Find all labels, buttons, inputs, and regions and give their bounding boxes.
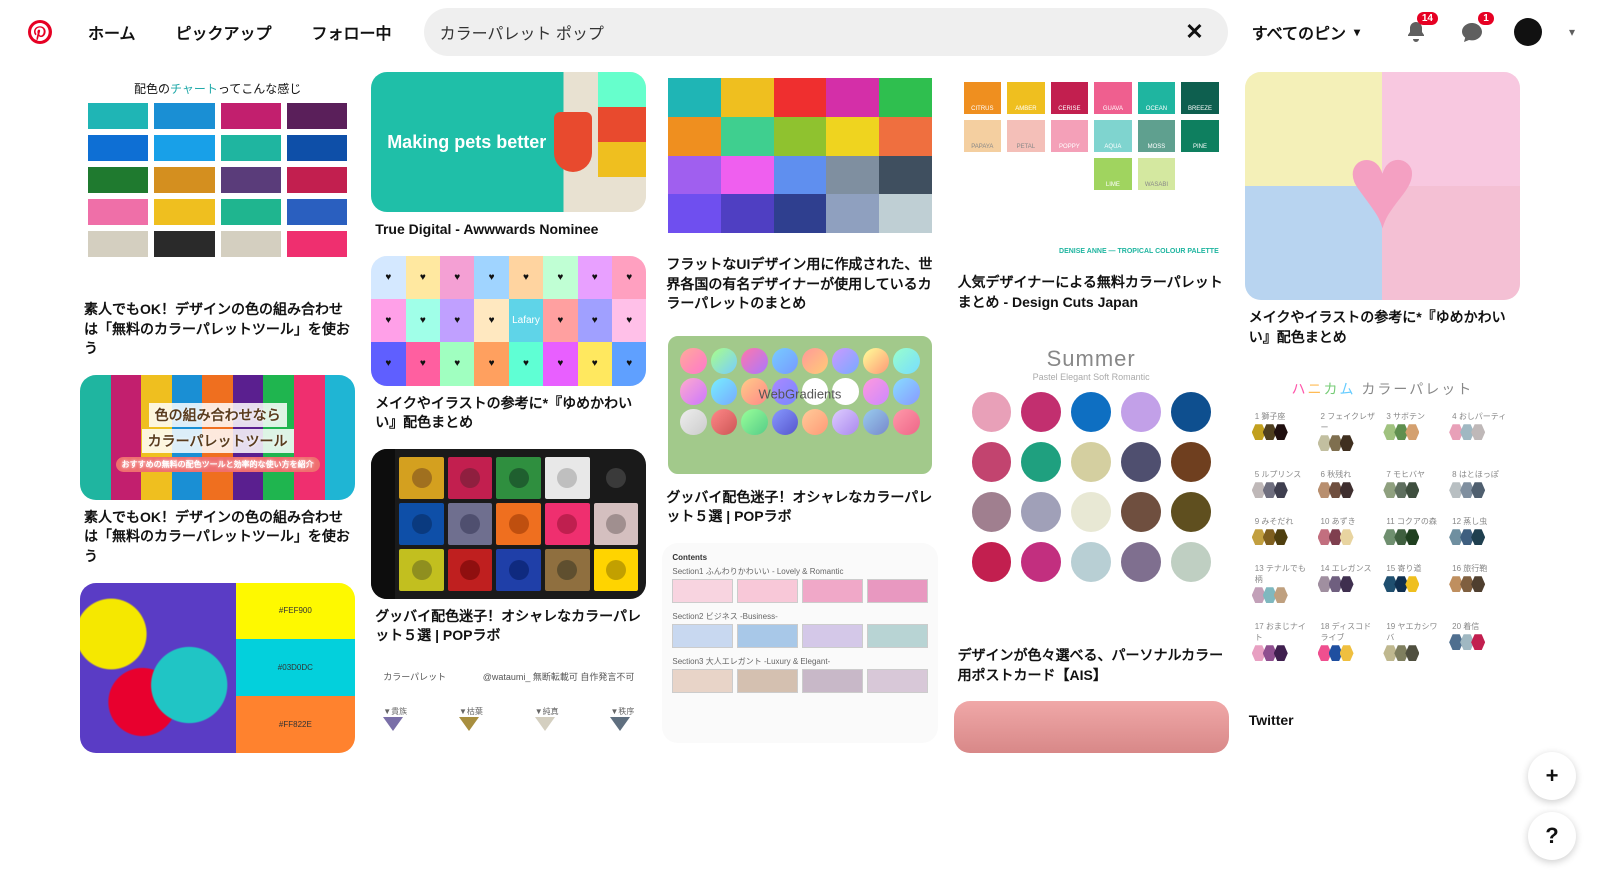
pin-image[interactable]: ♥♥♥♥♥♥♥♥ ♥♥♥♥Lafary♥♥♥ ♥♥♥♥♥♥♥♥ — [371, 256, 646, 386]
thumb-text: Making pets better — [387, 132, 546, 153]
thumb-heading: ハニカム カラーパレット — [1255, 379, 1510, 399]
thumb-text: @wataumi_ 無断転載可 自作発言不可 — [483, 670, 635, 683]
pin[interactable]: 色の組み合わせなら カラーパレットツール おすすめの無料の配色ツールと効率的な使… — [80, 375, 355, 567]
pin-title[interactable]: メイクやイラストの参考に*『ゆめかわいい』配色まとめ — [1245, 308, 1520, 347]
pin-title[interactable]: グッバイ配色迷子！オシャレなカラーパレット５選 | POPラボ — [662, 488, 937, 527]
thumb-text: Section2 ビジネス -Business- — [672, 611, 927, 622]
pin-image[interactable]: #FEF900 #03D0DC #FF822E — [80, 583, 355, 753]
pin[interactable]: ♥ メイクやイラストの参考に*『ゆめかわいい』配色まとめ — [1245, 72, 1520, 347]
nav-explore[interactable]: ピックアップ — [160, 12, 288, 52]
thumb-text: Section1 ふんわりかわいい - Lovely & Romantic — [672, 566, 927, 577]
pin[interactable]: #FEF900 #03D0DC #FF822E — [80, 583, 355, 753]
search-filter-label: すべてのピン — [1252, 20, 1346, 44]
account-menu-chevron[interactable]: ▾ — [1560, 20, 1584, 44]
pin[interactable]: ハニカム カラーパレット 1 獅子座 2 フェイクレザー 3 サボテン 4 おし… — [1245, 363, 1520, 731]
pin-image[interactable]: Making pets better — [371, 72, 646, 212]
search-bar[interactable]: ✕ — [424, 8, 1228, 56]
search-filter-button[interactable]: すべてのピン ▾ — [1236, 12, 1376, 52]
help-button[interactable]: ? — [1528, 812, 1576, 860]
notifications-badge: 14 — [1417, 12, 1438, 25]
thumb-heading: Contents — [672, 553, 927, 562]
pin-image[interactable] — [954, 701, 1229, 753]
app-header: ホーム ピックアップ フォロー中 ✕ すべてのピン ▾ 14 1 ▾ — [0, 0, 1600, 64]
thumb-heading: Summer — [972, 346, 1211, 372]
thumb-text: 色の組み合わせなら — [149, 403, 287, 427]
pin-image[interactable]: ハニカム カラーパレット 1 獅子座 2 フェイクレザー 3 サボテン 4 おし… — [1245, 363, 1520, 703]
pin[interactable]: フラットなUIデザイン用に作成された、世界各国の有名デザイナーが使用しているカラ… — [662, 72, 937, 314]
pin-title[interactable]: デザインが色々選べる、パーソナルカラー用ポストカード【AIS】 — [954, 646, 1229, 685]
thumb-heading: 配色のチャートってこんな感じ — [88, 80, 347, 97]
pin[interactable]: Making pets better True Digital - Awwwar… — [371, 72, 646, 240]
pin[interactable]: カラーパレット @wataumi_ 無断転載可 自作発言不可 ▼貴族 ▼枯葉 ▼… — [371, 662, 646, 731]
avatar — [1514, 18, 1542, 46]
pin-image[interactable]: 色の組み合わせなら カラーパレットツール おすすめの無料の配色ツールと効率的な使… — [80, 375, 355, 500]
pin-image[interactable] — [371, 449, 646, 599]
swatch-label: #FEF900 — [236, 583, 356, 640]
pin-title[interactable]: フラットなUIデザイン用に作成された、世界各国の有名デザイナーが使用しているカラ… — [662, 255, 937, 314]
notifications-button[interactable]: 14 — [1392, 8, 1440, 56]
pin[interactable]: 配色のチャートってこんな感じ 素人でもOK！デザインの色の組み合わせは「無料のカ… — [80, 72, 355, 359]
pin-image[interactable] — [662, 72, 937, 247]
thumb-text: DENISE ANNE — TROPICAL COLOUR PALETTE — [964, 248, 1219, 255]
pin-title[interactable]: Twitter — [1245, 711, 1520, 731]
pin-image[interactable]: ♥ — [1245, 72, 1520, 300]
pin[interactable]: WebGradients グッバイ配色迷子！オシャレなカラーパレット５選 | P… — [662, 330, 937, 527]
pin-title[interactable]: グッバイ配色迷子！オシャレなカラーパレット５選 | POPラボ — [371, 607, 646, 646]
messages-badge: 1 — [1478, 12, 1494, 25]
search-input[interactable] — [440, 23, 1178, 41]
swatch-label: #03D0DC — [236, 639, 356, 696]
pin[interactable]: Contents Section1 ふんわりかわいい - Lovely & Ro… — [662, 543, 937, 743]
heart-icon: ♥ — [1347, 117, 1418, 255]
nav-following[interactable]: フォロー中 — [296, 12, 408, 52]
thumb-text: カラーパレット — [383, 670, 446, 683]
swatch-label: #FF822E — [236, 696, 356, 753]
pin-image[interactable]: 配色のチャートってこんな感じ — [80, 72, 355, 292]
fab-column: + ? — [1528, 752, 1576, 860]
nav-home[interactable]: ホーム — [72, 12, 152, 52]
pin-image[interactable]: Contents Section1 ふんわりかわいい - Lovely & Ro… — [662, 543, 937, 743]
pin-image[interactable]: WebGradients — [662, 330, 937, 480]
create-button[interactable]: + — [1528, 752, 1576, 800]
thumb-text: Pastel Elegant Soft Romantic — [972, 372, 1211, 382]
pin-title[interactable]: 素人でもOK！デザインの色の組み合わせは「無料のカラーパレットツール」を使おう — [80, 300, 355, 359]
pin-title[interactable]: メイクやイラストの参考に*『ゆめかわいい』配色まとめ — [371, 394, 646, 433]
search-clear-icon[interactable]: ✕ — [1177, 15, 1211, 49]
pin[interactable]: CITRUSAMBERCERISEGUAVAOCEANBREEZE PAPAYA… — [954, 72, 1229, 312]
pin-title[interactable]: 素人でもOK！デザインの色の組み合わせは「無料のカラーパレットツール」を使おう — [80, 508, 355, 567]
pin[interactable]: グッバイ配色迷子！オシャレなカラーパレット５選 | POPラボ — [371, 449, 646, 646]
pin-image[interactable]: カラーパレット @wataumi_ 無断転載可 自作発言不可 ▼貴族 ▼枯葉 ▼… — [371, 662, 646, 731]
pin[interactable]: Summer Pastel Elegant Soft Romantic デザイン… — [954, 328, 1229, 685]
pin[interactable]: ♥♥♥♥♥♥♥♥ ♥♥♥♥Lafary♥♥♥ ♥♥♥♥♥♥♥♥ メイクやイラスト… — [371, 256, 646, 433]
pin-title[interactable]: 人気デザイナーによる無料カラーパレットまとめ - Design Cuts Jap… — [954, 273, 1229, 312]
pin[interactable] — [954, 701, 1229, 753]
pin-grid: 配色のチャートってこんな感じ 素人でもOK！デザインの色の組み合わせは「無料のカ… — [0, 64, 1600, 838]
messages-button[interactable]: 1 — [1448, 8, 1496, 56]
thumb-text: WebGradients — [759, 386, 842, 401]
thumb-text: Section3 大人エレガント -Luxury & Elegant- — [672, 656, 927, 667]
account-button[interactable] — [1504, 8, 1552, 56]
pinterest-logo[interactable] — [28, 20, 52, 44]
pin-title[interactable]: True Digital - Awwwards Nominee — [371, 220, 646, 240]
chevron-down-icon: ▾ — [1354, 25, 1360, 39]
thumb-text: カラーパレットツール — [142, 429, 294, 453]
pin-image[interactable]: Summer Pastel Elegant Soft Romantic — [954, 328, 1229, 638]
pin-image[interactable]: CITRUSAMBERCERISEGUAVAOCEANBREEZE PAPAYA… — [954, 72, 1229, 265]
search-wrap: ✕ すべてのピン ▾ — [424, 8, 1376, 56]
